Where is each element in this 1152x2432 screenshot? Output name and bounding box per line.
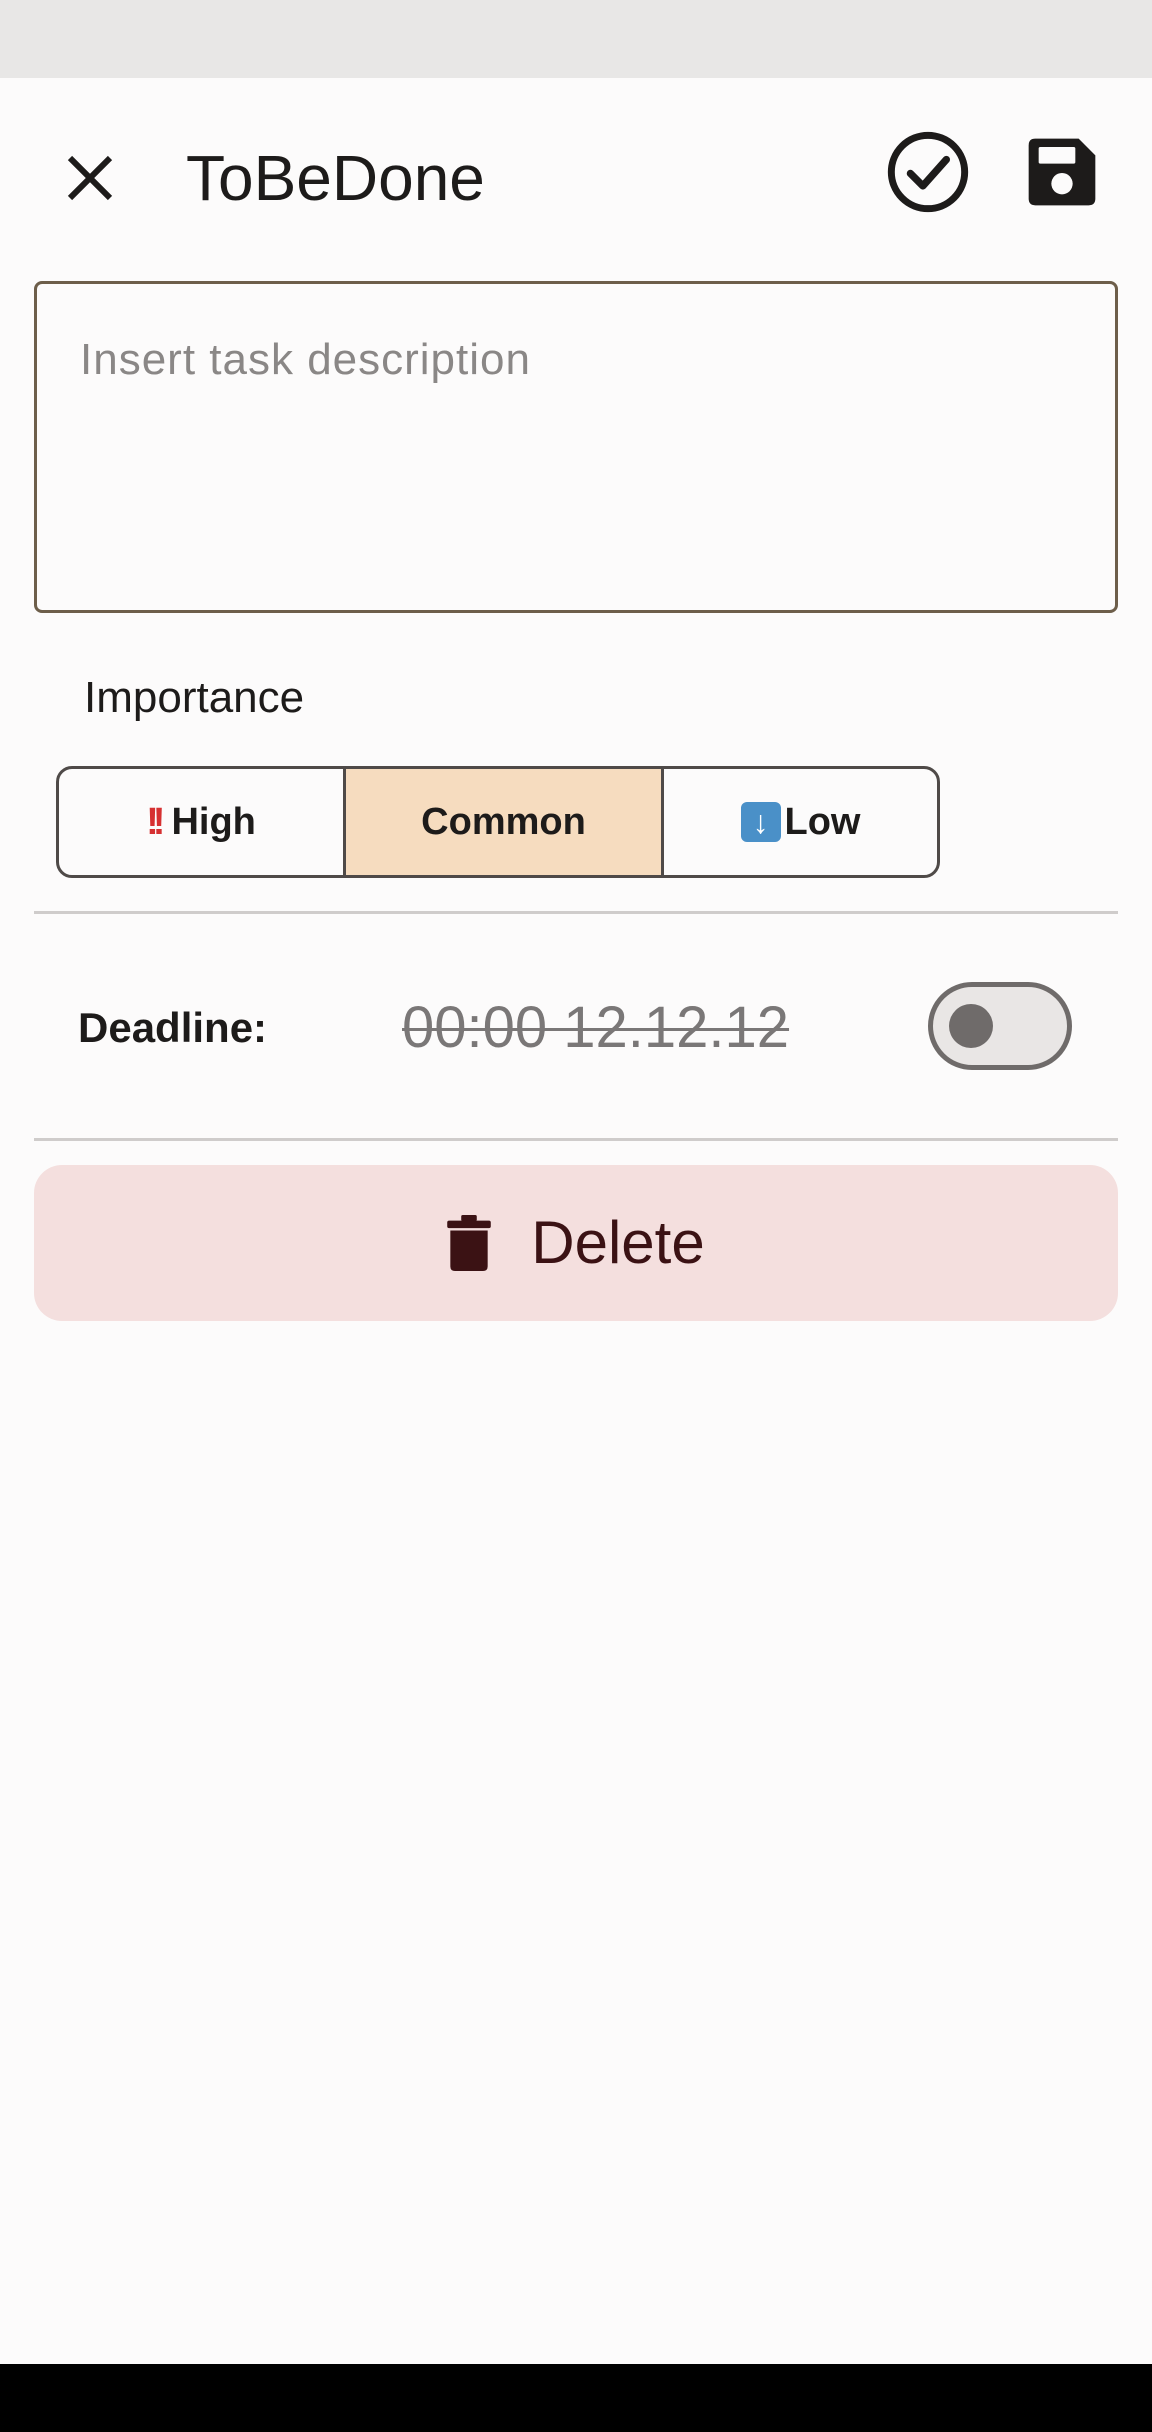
save-button[interactable] (1012, 122, 1112, 222)
close-icon (67, 155, 113, 201)
save-icon (1028, 138, 1096, 206)
importance-common-option[interactable]: Common (346, 769, 664, 875)
importance-high-label: High (171, 800, 256, 843)
done-button[interactable] (878, 122, 978, 222)
app-bar: ToBeDone (0, 78, 1152, 258)
down-arrow-icon: ↓ (740, 802, 781, 842)
task-description-input[interactable] (34, 281, 1118, 613)
deadline-label: Deadline: (78, 1004, 268, 1051)
divider (34, 911, 1118, 914)
importance-low-label: Low (784, 800, 861, 843)
close-button[interactable] (40, 128, 140, 228)
navigation-bar (0, 2364, 1152, 2432)
app-title: ToBeDone (186, 142, 485, 214)
importance-label: Importance (84, 673, 305, 722)
delete-button[interactable]: Delete (34, 1165, 1118, 1321)
divider (34, 1138, 1118, 1141)
trash-icon (447, 1215, 492, 1271)
importance-low-option[interactable]: ↓ Low (664, 769, 937, 875)
importance-common-label: Common (421, 800, 586, 843)
importance-high-option[interactable]: !! High (59, 769, 346, 875)
deadline-toggle[interactable] (928, 982, 1072, 1070)
check-circle-icon (887, 131, 969, 213)
deadline-value[interactable]: 00:00 12.12.12 (402, 992, 789, 1064)
toggle-knob (949, 1004, 993, 1048)
importance-selector: !! High Common ↓ Low (56, 766, 940, 878)
status-bar (0, 0, 1152, 78)
delete-label: Delete (531, 1209, 705, 1276)
double-exclamation-icon: !! (146, 800, 165, 843)
